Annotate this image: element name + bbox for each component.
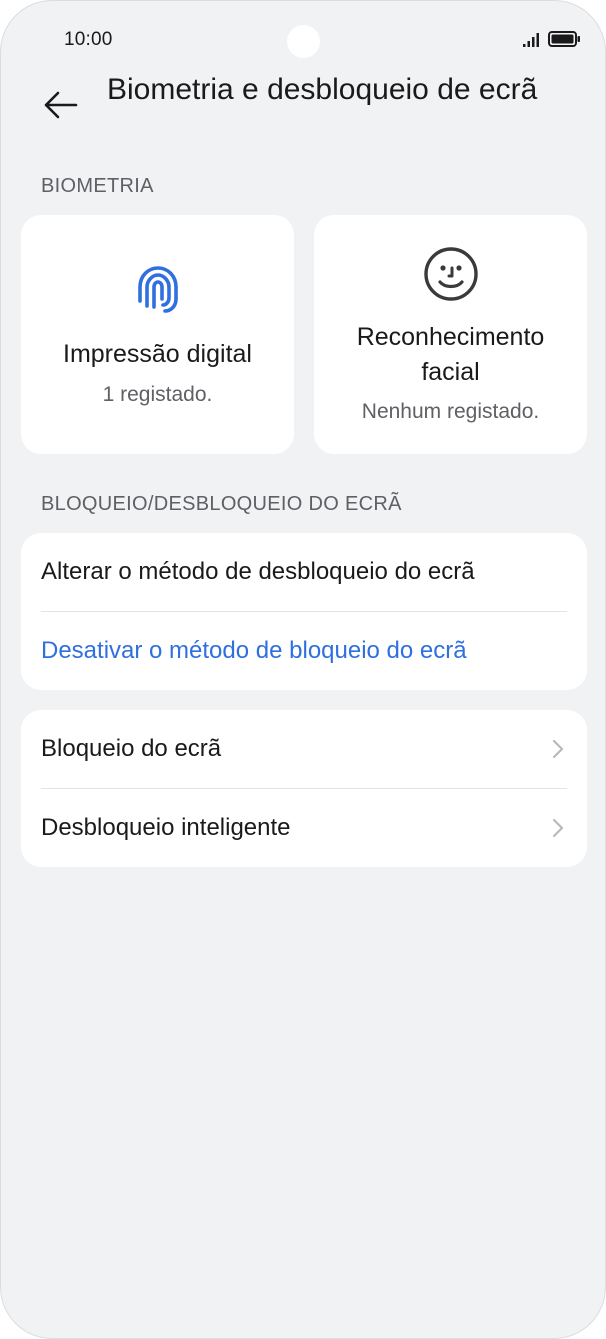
chevron-right-icon	[552, 818, 564, 838]
disable-lock-method-label: Desativar o método de bloqueio do ecrã	[41, 637, 467, 664]
smart-unlock-label: Desbloqueio inteligente	[41, 814, 291, 841]
face-icon	[423, 247, 478, 301]
face-recognition-status: Nenhum registado.	[361, 400, 540, 423]
change-unlock-method-label: Alterar o método de desbloqueio do ecrã	[41, 558, 475, 585]
status-bar: 10:00	[1, 1, 605, 79]
change-unlock-method-item[interactable]: Alterar o método de desbloqueio do ecrã	[21, 533, 587, 611]
fingerprint-card[interactable]: Impressão digital 1 registado.	[21, 215, 294, 454]
smart-unlock-item[interactable]: Desbloqueio inteligente	[21, 789, 587, 867]
signal-icon	[523, 33, 539, 47]
lock-section-label: BLOQUEIO/DESBLOQUEIO DO ECRÃ	[41, 493, 402, 515]
face-recognition-title: Reconhecimento facial	[356, 323, 545, 386]
arrow-left-icon	[44, 91, 78, 119]
chevron-right-icon	[552, 739, 564, 759]
page-title: Biometria e desbloqueio de ecrã	[107, 73, 538, 106]
fingerprint-icon	[137, 266, 178, 313]
back-button[interactable]	[37, 85, 83, 125]
lock-settings-group: Bloqueio do ecrã Desbloqueio inteligente	[21, 710, 587, 867]
fingerprint-status: 1 registado.	[102, 383, 213, 406]
phone-screen: 10:00 Biometria e desbloqueio de ecrã BI…	[0, 0, 606, 1339]
lock-screen-item[interactable]: Bloqueio do ecrã	[21, 710, 587, 788]
disable-lock-method-item[interactable]: Desativar o método de bloqueio do ecrã	[21, 612, 587, 690]
status-time: 10:00	[64, 29, 113, 50]
battery-icon	[548, 31, 580, 47]
unlock-method-group: Alterar o método de desbloqueio do ecrã …	[21, 533, 587, 690]
fingerprint-title: Impressão digital	[63, 340, 252, 368]
front-camera-cutout	[287, 25, 320, 58]
lock-screen-label: Bloqueio do ecrã	[41, 735, 222, 762]
biometrics-section-label: BIOMETRIA	[41, 175, 154, 197]
face-recognition-card[interactable]: Reconhecimento facial Nenhum registado.	[314, 215, 587, 454]
